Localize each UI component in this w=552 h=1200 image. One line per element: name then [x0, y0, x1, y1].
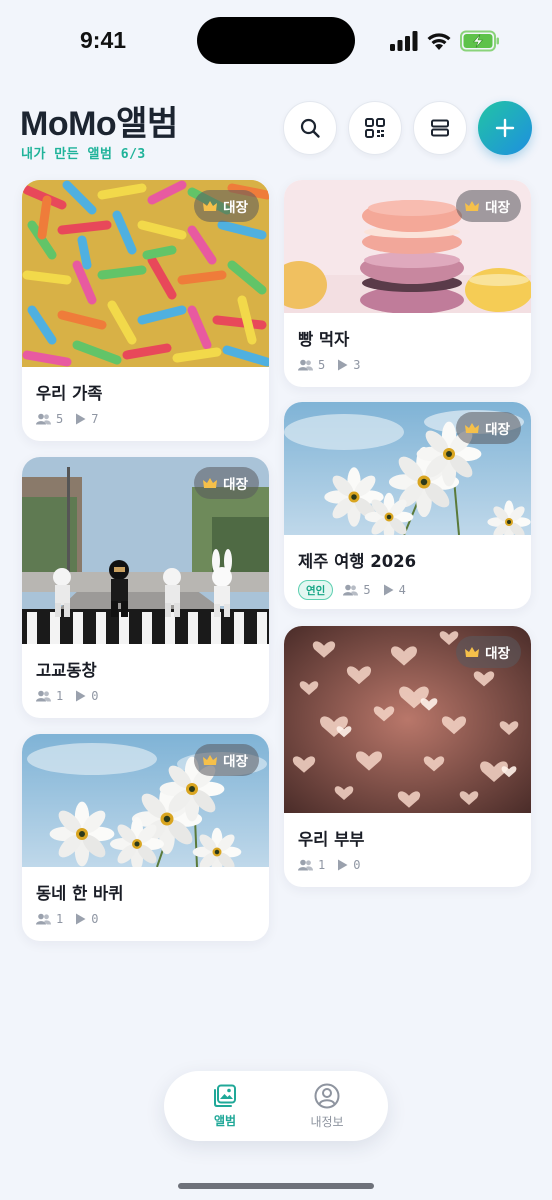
qr-scan-button[interactable]: [348, 101, 402, 155]
member-count: 5: [318, 358, 326, 372]
qr-code-icon: [365, 118, 385, 138]
album-card[interactable]: 대장 우리 부부 1 0: [284, 626, 531, 887]
album-cover-image: 대장: [22, 734, 269, 867]
album-cover-image: 대장: [284, 626, 531, 813]
album-card[interactable]: 대장 제주 여행 2026 연인 5 4: [284, 402, 531, 609]
tab-album-label: 앨범: [213, 1113, 237, 1128]
page-title: MoMo앨범: [20, 105, 178, 143]
owner-badge: 대장: [456, 636, 521, 668]
members-icon: [36, 413, 51, 425]
status-bar: 9:41: [0, 0, 552, 82]
video-count: 0: [353, 858, 361, 872]
create-album-button[interactable]: [478, 101, 532, 155]
layout-toggle-icon: [431, 119, 449, 137]
album-meta: 1 0: [36, 689, 255, 703]
bottom-tab-bar: 앨범 내정보: [164, 1071, 388, 1141]
search-button[interactable]: [283, 101, 337, 155]
profile-icon: [314, 1083, 340, 1108]
crown-icon: [465, 646, 480, 657]
album-cover-image: 대장: [284, 402, 531, 535]
search-icon: [300, 118, 320, 138]
album-count-subtitle: 내가 만든 앨범 6/3: [21, 147, 146, 162]
album-title: 우리 부부: [298, 830, 365, 849]
dynamic-island: [197, 17, 355, 64]
play-icon: [338, 359, 348, 371]
album-cover-image: 대장: [22, 180, 269, 367]
owner-badge: 대장: [456, 412, 521, 444]
cellular-signal-icon: [390, 31, 418, 51]
members-icon: [343, 584, 359, 596]
status-icons: [390, 29, 500, 53]
owner-badge: 대장: [456, 190, 521, 222]
member-count: 1: [56, 689, 64, 703]
owner-badge-label: 대장: [485, 200, 510, 216]
album-meta: 1 0: [298, 858, 517, 872]
tab-my-info-label: 내정보: [310, 1114, 344, 1129]
play-icon: [76, 413, 86, 425]
members-icon: [298, 359, 313, 371]
album-card[interactable]: 대장 우리 가족 5 7: [22, 180, 269, 441]
video-count: 0: [91, 912, 99, 926]
members-icon: [298, 859, 313, 871]
album-cover-image: 대장: [284, 180, 531, 313]
play-icon: [76, 690, 86, 702]
owner-badge: 대장: [194, 190, 259, 222]
owner-badge-label: 대장: [223, 477, 248, 493]
album-title: 고교동창: [36, 661, 97, 680]
album-card[interactable]: 대장 동네 한 바퀴 1 0: [22, 734, 269, 941]
album-title: 빵 먹자: [298, 330, 350, 349]
member-count: 1: [318, 858, 326, 872]
album-card[interactable]: 대장 고교동창 1 0: [22, 457, 269, 718]
album-card[interactable]: 대장 빵 먹자 5 3: [284, 180, 531, 387]
home-indicator: [178, 1183, 374, 1189]
album-cover-image: 대장: [22, 457, 269, 644]
video-count: 4: [398, 583, 406, 597]
members-icon: [36, 690, 51, 702]
status-time: 9:41: [80, 27, 127, 53]
album-meta: 연인 5 4: [298, 580, 517, 600]
battery-charging-icon: [460, 30, 499, 52]
member-count: 5: [56, 412, 64, 426]
members-icon: [36, 913, 51, 925]
crown-icon: [465, 422, 480, 433]
crown-icon: [465, 200, 480, 211]
album-tag: 연인: [298, 580, 334, 600]
owner-badge-label: 대장: [485, 422, 510, 438]
tab-album[interactable]: 앨범: [180, 1084, 270, 1129]
album-meta: 5 7: [36, 412, 255, 426]
owner-badge: 대장: [194, 467, 259, 499]
album-image-icon: [214, 1084, 236, 1107]
play-icon: [338, 859, 348, 871]
member-count: 5: [363, 583, 371, 597]
member-count: 1: [56, 912, 64, 926]
crown-icon: [203, 200, 218, 211]
album-title: 동네 한 바퀴: [36, 884, 124, 903]
album-title: 우리 가족: [36, 384, 103, 403]
album-title: 제주 여행 2026: [298, 552, 417, 571]
album-meta: 5 3: [298, 358, 517, 372]
owner-badge-label: 대장: [485, 646, 510, 662]
crown-icon: [203, 754, 218, 765]
wifi-icon: [427, 33, 451, 50]
video-count: 7: [91, 412, 99, 426]
play-icon: [383, 584, 394, 596]
owner-badge-label: 대장: [223, 200, 248, 216]
play-icon: [76, 913, 86, 925]
owner-badge: 대장: [194, 744, 259, 776]
tab-my-info[interactable]: 내정보: [282, 1083, 372, 1130]
video-count: 0: [91, 689, 99, 703]
header-actions: [283, 101, 532, 155]
crown-icon: [203, 477, 218, 488]
owner-badge-label: 대장: [223, 754, 248, 770]
layout-toggle-button[interactable]: [413, 101, 467, 155]
video-count: 3: [353, 358, 361, 372]
plus-icon: [495, 118, 515, 138]
album-meta: 1 0: [36, 912, 255, 926]
